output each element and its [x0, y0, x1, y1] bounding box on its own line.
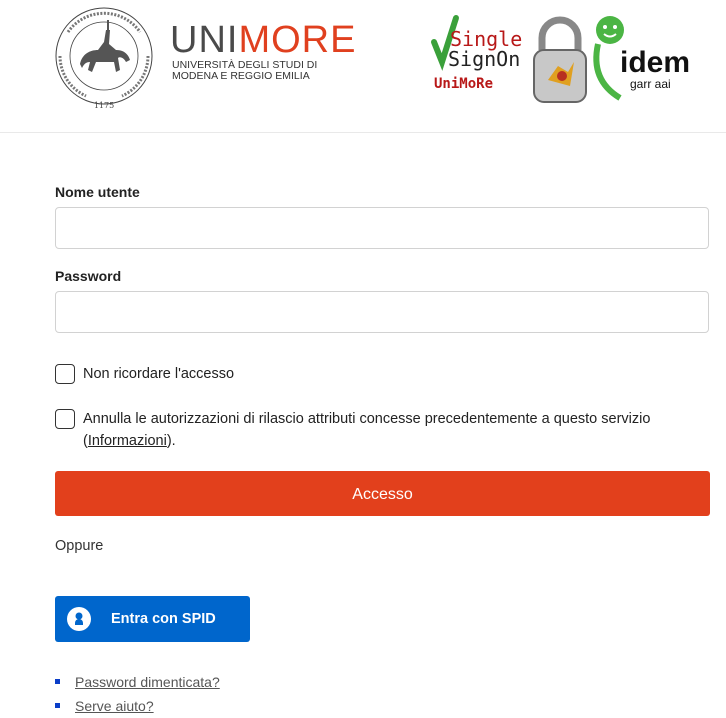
brand-more: MORE: [238, 19, 357, 61]
password-label: Password: [55, 268, 122, 284]
help-links: Password dimenticata? Serve aiuto?: [55, 670, 220, 718]
bullet-icon: [55, 703, 60, 708]
info-link[interactable]: Informazioni: [88, 433, 167, 449]
revoke-consent-text: Annulla le autorizzazioni di rilascio at…: [83, 411, 651, 427]
spid-login-label: Entra con SPID: [111, 611, 216, 627]
revoke-consent-row[interactable]: Annulla le autorizzazioni di rilascio at…: [55, 409, 711, 452]
dont-remember-row[interactable]: Non ricordare l'accesso: [55, 364, 234, 385]
single-sign-on-idem-logo: Single SignOn UniMoRe idem garr aai: [431, 15, 690, 103]
brand-uni: UNI: [170, 19, 239, 61]
sso-word-unimore: UniMoRe: [434, 76, 493, 92]
forgot-password-link[interactable]: Password dimenticata?: [75, 674, 220, 690]
username-label: Nome utente: [55, 184, 140, 200]
bullet-icon: [55, 679, 60, 684]
sso-word-signon: SignOn: [448, 47, 520, 71]
dont-remember-checkbox[interactable]: [55, 364, 75, 384]
list-item: Serve aiuto?: [55, 694, 220, 718]
revoke-consent-label: Annulla le autorizzazioni di rilascio at…: [83, 408, 650, 452]
university-subtitle: Università degli studi di Modena e Reggi…: [172, 60, 317, 82]
idem-text: idem: [620, 46, 690, 79]
subtitle-line-2: Modena e Reggio Emilia: [172, 70, 310, 82]
accesso-button[interactable]: Accesso: [55, 471, 710, 516]
info-link-close: ).: [166, 433, 176, 449]
user-icon: [67, 607, 91, 631]
university-seal-logo: 1175: [55, 7, 153, 110]
need-help-link[interactable]: Serve aiuto?: [75, 698, 154, 714]
username-input[interactable]: [55, 207, 709, 249]
dont-remember-label: Non ricordare l'accesso: [83, 366, 235, 382]
or-separator: Oppure: [55, 538, 104, 554]
revoke-consent-checkbox[interactable]: [55, 409, 75, 429]
list-item: Password dimenticata?: [55, 670, 220, 694]
unimore-wordmark: UNIMORE: [170, 20, 356, 60]
page-header: 1175 UNIMORE Università degli studi di M…: [0, 0, 726, 133]
seal-year: 1175: [94, 101, 114, 110]
garr-text: garr aai: [630, 77, 671, 91]
spid-login-button[interactable]: Entra con SPID: [55, 596, 250, 642]
password-input[interactable]: [55, 291, 709, 333]
